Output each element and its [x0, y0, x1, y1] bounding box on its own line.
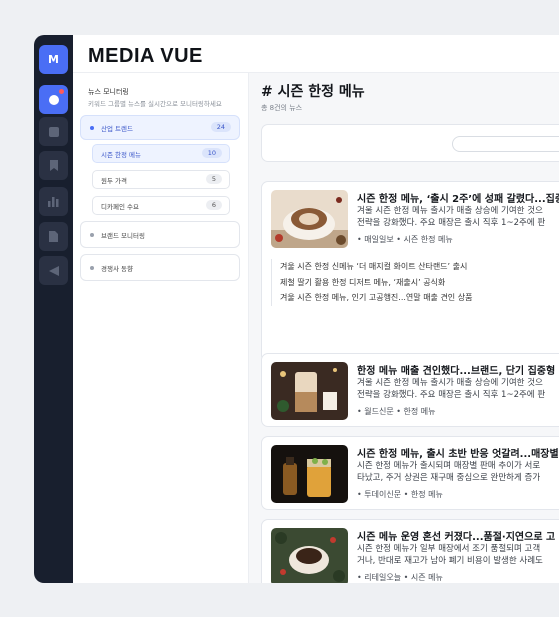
article-title[interactable]: 시즌 한정 메뉴, 출시 초반 반응 엇갈려...매장별 — [357, 445, 559, 460]
article-source: 투데이신문 — [364, 490, 402, 499]
article-meta: • 투데이신문 • 한정 메뉴 — [357, 489, 443, 500]
bullet-icon: • — [357, 235, 362, 244]
bullet-icon: • — [357, 490, 362, 499]
group-industry-trends[interactable]: 산업 트렌드 24 — [80, 115, 240, 140]
subitem-label: 디카페인 수요 — [101, 202, 139, 211]
article-title[interactable]: 시즌 한정 메뉴, ‘출시 2주’에 성패 갈렸다...집중 — [357, 190, 559, 205]
news-sidebar: 뉴스 모니터링 키워드 그룹별 뉴스를 실시간으로 모니터링하세요 산업 트렌드… — [73, 73, 249, 583]
subitem-seasonal-menu[interactable]: 시즌 한정 메뉴 10 — [92, 144, 230, 163]
app-window: M MEDIA VUE 뉴스 모니터링 키워드 그룹별 뉴스를 실시간으로 모니… — [34, 35, 559, 583]
summary-line: 타났고, 주거 상권은 재구매 중심으로 완만하게 증가 — [357, 473, 541, 483]
group-label: 브랜드 모니터링 — [101, 231, 145, 240]
related-article-link[interactable]: 겨울 시즌 한정 신메뉴 ‘더 매지컬 화이트 산타랜드’ 출시 — [280, 259, 559, 275]
summary-line: 시즌 한정 메뉴가 일부 매장에서 조기 품절되며 고객 — [357, 544, 541, 554]
subitem-bean-price[interactable]: 원두 가격 5 — [92, 170, 230, 189]
bullet-icon: • — [396, 235, 404, 244]
article-tag: 한정 메뉴 — [403, 407, 436, 416]
summary-line: 겨울 시즌 한정 메뉴 출시가 매출 상승에 기여한 것으 — [357, 206, 543, 216]
subitem-count: 6 — [205, 200, 222, 210]
subitem-label: 원두 가격 — [101, 176, 127, 185]
icon-rail: M — [34, 35, 73, 583]
related-article-link[interactable]: 겨울 시즌 한정 메뉴, 인기 고공행진...연말 매출 견인 상품 — [280, 290, 559, 306]
notification-dot — [59, 89, 64, 94]
sidebar-description: 키워드 그룹별 뉴스를 실시간으로 모니터링하세요 — [88, 100, 222, 108]
group-count: 24 — [210, 122, 231, 132]
send-icon[interactable] — [39, 256, 68, 285]
article-thumbnail — [271, 190, 348, 248]
news-card[interactable]: 시즌 한정 메뉴, 출시 초반 반응 엇갈려...매장별 시즌 한정 메뉴가 출… — [261, 436, 559, 510]
article-summary: 시즌 한정 메뉴가 출시되며 매장별 판매 추이가 서로 타났고, 주거 상권은… — [357, 460, 559, 484]
bullet-icon — [90, 265, 94, 270]
group-label: 경쟁사 동향 — [101, 264, 133, 273]
article-thumbnail — [271, 445, 348, 503]
bullet-icon: • — [403, 573, 411, 582]
related-article-link[interactable]: 제철 딸기 활용 한정 디저트 메뉴, ‘재출시’ 공식화 — [280, 275, 559, 291]
news-card[interactable]: 시즌 메뉴 운영 혼선 커졌다...품절·지연으로 고 시즌 한정 메뉴가 일부… — [261, 519, 559, 583]
group-competitor-trends[interactable]: 경쟁사 동향 — [80, 254, 240, 281]
article-meta: • 월드신문 • 한정 메뉴 — [357, 406, 436, 417]
article-summary: 겨울 시즌 한정 메뉴 출시가 매출 상승에 기여한 것으 전략을 강화했다. … — [357, 205, 559, 229]
group-brand-monitoring[interactable]: 브랜드 모니터링 — [80, 221, 240, 248]
document-icon[interactable] — [39, 222, 68, 251]
article-meta: • 매일일보 • 시즌 한정 메뉴 — [357, 234, 453, 245]
monitor-icon[interactable] — [39, 85, 68, 114]
news-card[interactable]: 한정 메뉴 매출 견인했다...브랜드, 단기 집중형 겨울 시즌 한정 메뉴 … — [261, 353, 559, 427]
article-summary: 겨울 시즌 한정 메뉴 출시가 매출 상승에 기여한 것으 전략을 강화했다. … — [357, 377, 559, 401]
chart-icon[interactable] — [39, 187, 68, 216]
article-tag: 시즌 메뉴 — [410, 573, 443, 582]
news-card[interactable]: 시즌 한정 메뉴, ‘출시 2주’에 성패 갈렸다...집중 겨울 시즌 한정 … — [261, 181, 559, 362]
subitem-label: 시즌 한정 메뉴 — [101, 150, 142, 159]
bookmark-icon[interactable] — [39, 151, 68, 180]
summary-line: 겨울 시즌 한정 메뉴 출시가 매출 상승에 기여한 것으 — [357, 378, 543, 388]
bullet-icon: • — [403, 490, 411, 499]
article-meta: • 리테일오늘 • 시즌 메뉴 — [357, 572, 443, 583]
subitem-count: 5 — [205, 174, 222, 184]
summary-line: 시즌 한정 메뉴가 출시되며 매장별 판매 추이가 서로 — [357, 461, 541, 471]
article-thumbnail — [271, 362, 348, 420]
app-logo[interactable]: M — [39, 45, 68, 74]
filter-bar — [261, 124, 559, 162]
subitem-decaf-demand[interactable]: 디카페인 수요 6 — [92, 196, 230, 215]
bullet-icon: • — [396, 407, 404, 416]
article-source: 매일일보 — [364, 235, 394, 244]
app-title: MEDIA VUE — [88, 45, 203, 67]
search-input[interactable] — [452, 136, 559, 152]
subitem-count: 10 — [201, 148, 222, 158]
article-source: 월드신문 — [364, 407, 394, 416]
top-bar: MEDIA VUE — [73, 35, 559, 73]
summary-line: 거나, 반대로 재고가 남아 폐기 비용이 발생한 사례도 — [357, 556, 543, 566]
article-summary: 시즌 한정 메뉴가 일부 매장에서 조기 품절되며 고객 거나, 반대로 재고가… — [357, 543, 559, 567]
article-title[interactable]: 시즌 메뉴 운영 혼선 커졌다...품절·지연으로 고 — [357, 528, 555, 543]
bullet-icon: • — [357, 573, 362, 582]
article-thumbnail — [271, 528, 348, 583]
article-title[interactable]: 한정 메뉴 매출 견인했다...브랜드, 단기 집중형 — [357, 362, 555, 377]
news-count: 총 8건의 뉴스 — [261, 104, 303, 112]
bullet-icon: • — [357, 407, 362, 416]
summary-line: 전략을 강화했다. 주요 매장은 출시 직후 1~2주에 판 — [357, 390, 546, 400]
article-source: 리테일오늘 — [364, 573, 402, 582]
article-tag: 한정 메뉴 — [410, 490, 443, 499]
related-articles: 겨울 시즌 한정 신메뉴 ‘더 매지컬 화이트 산타랜드’ 출시 제철 딸기 활… — [271, 259, 559, 306]
bullet-icon — [90, 125, 94, 130]
bullet-icon — [90, 232, 94, 237]
grid-icon[interactable] — [39, 117, 68, 146]
sidebar-title: 뉴스 모니터링 — [88, 88, 129, 96]
news-feed: # 시즌 한정 메뉴 총 8건의 뉴스 시즌 한정 메뉴, ‘출시 2주’에 성… — [249, 73, 559, 583]
article-tag: 시즌 한정 메뉴 — [403, 235, 453, 244]
summary-line: 전략을 강화했다. 주요 매장은 출시 직후 1~2주에 판 — [357, 218, 546, 228]
group-label: 산업 트렌드 — [101, 124, 133, 133]
page-title: # 시즌 한정 메뉴 — [261, 84, 365, 100]
